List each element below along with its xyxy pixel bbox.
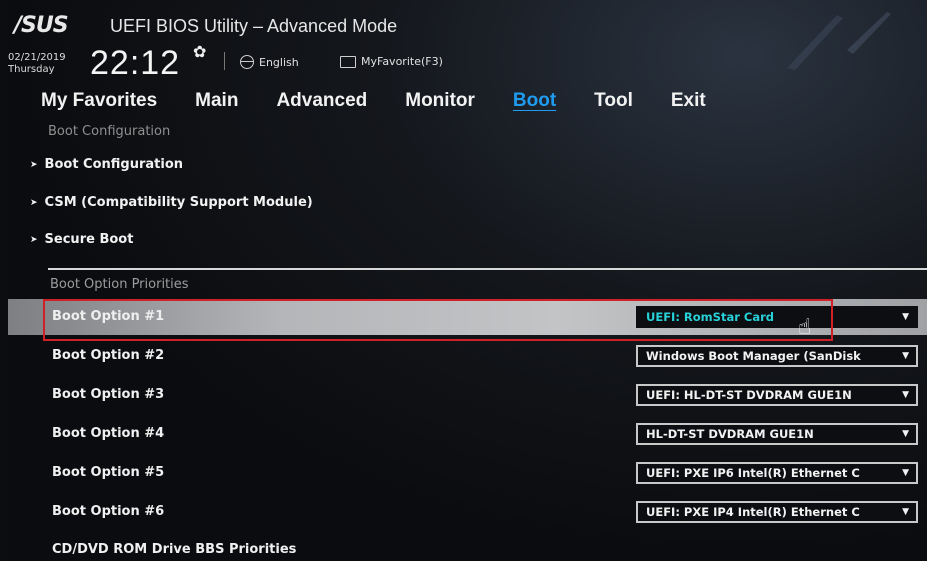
date-display: 02/21/2019 Thursday xyxy=(8,52,66,76)
select-value: UEFI: PXE IP4 Intel(R) Ethernet C xyxy=(646,505,860,519)
tab-my-favorites[interactable]: My Favorites xyxy=(41,90,157,112)
boot-option-row-3[interactable]: Boot Option #3 UEFI: HL-DT-ST DVDRAM GUE… xyxy=(8,377,927,413)
my-favorite-label: MyFavorite(F3) xyxy=(361,55,443,68)
breadcrumb: Boot Configuration xyxy=(48,124,171,139)
boot-option-row-5[interactable]: Boot Option #5 UEFI: PXE IP6 Intel(R) Et… xyxy=(8,455,927,491)
language-label: English xyxy=(259,55,299,69)
select-value: HL-DT-ST DVDRAM GUE1N xyxy=(646,427,814,441)
dropdown-arrow-icon: ▼ xyxy=(902,390,909,400)
boot-option-5-select[interactable]: UEFI: PXE IP6 Intel(R) Ethernet C ▼ xyxy=(636,462,918,484)
select-value: UEFI: HL-DT-ST DVDRAM GUE1N xyxy=(646,388,852,402)
select-value: UEFI: PXE IP6 Intel(R) Ethernet C xyxy=(646,466,860,480)
boot-option-label: Boot Option #3 xyxy=(52,387,165,402)
gear-icon[interactable]: ✿ xyxy=(193,42,206,61)
dropdown-arrow-icon: ▼ xyxy=(902,507,909,517)
dropdown-arrow-icon: ▼ xyxy=(902,351,909,361)
asus-logo: /SUS xyxy=(14,13,69,38)
globe-icon xyxy=(240,55,254,69)
tab-main[interactable]: Main xyxy=(195,90,238,112)
favorite-icon xyxy=(340,55,356,68)
dropdown-arrow-icon: ▼ xyxy=(902,468,909,478)
language-button[interactable]: English xyxy=(240,55,299,69)
section-title: Boot Option Priorities xyxy=(50,277,189,292)
menu-item-secure-boot[interactable]: ➤ Secure Boot xyxy=(30,232,133,247)
window-title: UEFI BIOS Utility – Advanced Mode xyxy=(110,16,398,36)
header-decoration xyxy=(787,12,891,70)
menu-item-label: CSM (Compatibility Support Module) xyxy=(44,195,313,210)
boot-option-label: Boot Option #2 xyxy=(52,348,165,363)
boot-option-label: Boot Option #4 xyxy=(52,426,165,441)
boot-option-4-select[interactable]: HL-DT-ST DVDRAM GUE1N ▼ xyxy=(636,423,918,445)
day-text: Thursday xyxy=(8,64,55,75)
bios-screen: /SUS UEFI BIOS Utility – Advanced Mode 0… xyxy=(8,0,927,561)
menu-item-label: Boot Configuration xyxy=(44,157,184,172)
select-value: Windows Boot Manager (SanDisk xyxy=(646,349,861,363)
dropdown-arrow-icon: ▼ xyxy=(902,429,909,439)
date-text: 02/21/2019 xyxy=(8,52,66,63)
boot-option-6-select[interactable]: UEFI: PXE IP4 Intel(R) Ethernet C ▼ xyxy=(636,501,918,523)
tab-exit[interactable]: Exit xyxy=(671,90,706,112)
chevron-right-icon: ➤ xyxy=(30,234,38,245)
menu-item-boot-configuration[interactable]: ➤ Boot Configuration xyxy=(30,157,183,172)
section-divider xyxy=(48,268,927,270)
tab-boot[interactable]: Boot xyxy=(513,90,556,112)
boot-option-row-4[interactable]: Boot Option #4 HL-DT-ST DVDRAM GUE1N ▼ xyxy=(8,416,927,452)
chevron-right-icon: ➤ xyxy=(30,159,38,170)
tab-monitor[interactable]: Monitor xyxy=(405,90,475,112)
menu-item-label: Secure Boot xyxy=(44,232,134,247)
header-divider xyxy=(224,52,225,70)
hand-cursor-icon: ☝ xyxy=(798,315,812,340)
boot-option-label: Boot Option #5 xyxy=(52,465,165,480)
highlight-box xyxy=(43,299,833,341)
boot-option-row-2[interactable]: Boot Option #2 Windows Boot Manager (San… xyxy=(8,338,927,374)
cd-dvd-priorities-item[interactable]: CD/DVD ROM Drive BBS Priorities xyxy=(52,542,296,557)
dropdown-arrow-icon: ▼ xyxy=(902,312,909,322)
boot-option-row-6[interactable]: Boot Option #6 UEFI: PXE IP4 Intel(R) Et… xyxy=(8,494,927,530)
menu-item-csm[interactable]: ➤ CSM (Compatibility Support Module) xyxy=(30,195,313,210)
boot-option-label: Boot Option #6 xyxy=(52,504,165,519)
tab-bar: My Favorites Main Advanced Monitor Boot … xyxy=(41,90,744,112)
my-favorite-button[interactable]: MyFavorite(F3) xyxy=(340,55,443,68)
boot-option-3-select[interactable]: UEFI: HL-DT-ST DVDRAM GUE1N ▼ xyxy=(636,384,918,406)
chevron-right-icon: ➤ xyxy=(30,197,38,208)
clock: 22:12 xyxy=(90,44,181,82)
boot-option-2-select[interactable]: Windows Boot Manager (SanDisk ▼ xyxy=(636,345,918,367)
tab-tool[interactable]: Tool xyxy=(594,90,633,112)
tab-advanced[interactable]: Advanced xyxy=(276,90,367,112)
